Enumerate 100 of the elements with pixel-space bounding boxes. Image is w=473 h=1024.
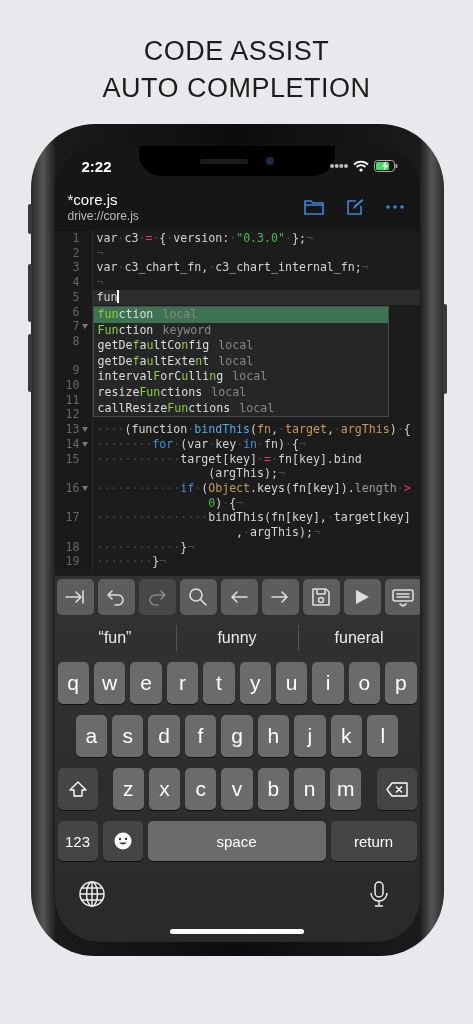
fold-icon[interactable] [81,485,88,491]
word-suggestion[interactable]: funny [176,628,298,647]
undo-key[interactable] [97,579,135,615]
run-key[interactable] [343,579,381,615]
letter-key[interactable]: m [330,768,362,810]
search-icon [187,587,209,607]
right-key[interactable] [261,579,299,615]
code-line: var·c3·=·{·version:·"0.3.0"·};¬ [96,231,314,246]
headline: CODE ASSIST [143,36,330,67]
space-key[interactable]: space [147,821,326,861]
line-number: 13 [65,422,80,437]
letter-key[interactable]: y [239,662,271,704]
more-icon[interactable] [385,204,404,209]
battery-charging-icon [373,160,398,172]
line-number: 7 [72,319,80,334]
signal-icon [329,164,348,168]
line-number: 17 [65,510,80,525]
completion-item[interactable]: function local [93,307,388,323]
letter-key[interactable]: i [312,662,344,704]
letter-key[interactable]: j [294,715,326,757]
letter-key[interactable]: n [293,768,326,810]
code-line: 0)·{¬ [207,495,245,511]
tab-key[interactable] [56,579,94,615]
line-number: 4 [72,275,80,290]
line-number: 2 [72,245,80,261]
letter-key[interactable]: x [148,768,181,810]
line-number: 3 [72,260,80,276]
compose-icon[interactable] [345,197,364,216]
completion-item[interactable]: getDefaultExtent local [93,353,388,370]
letter-key[interactable]: l [367,715,399,757]
return-key[interactable]: return [330,821,417,861]
code-line: ····(function·bindThis(fn,·target,·argThis)·{ [96,422,412,437]
line-number: 8 [72,333,80,349]
wifi-icon [352,160,369,172]
code-line: ········}¬ [96,554,168,570]
fold-icon[interactable] [81,324,88,330]
code-line: ¬ [96,275,105,290]
letter-key[interactable]: s [111,715,144,757]
file-path: drive://core.js [67,208,139,223]
code-line: fun [96,289,120,305]
code-line: ············if·(Object.keys(fn[key]).length·> [96,480,412,496]
completion-item[interactable]: callResizeFunctions local [93,400,388,417]
keyboard-icon [392,587,414,607]
search-key[interactable] [179,579,217,615]
microphone-icon[interactable] [369,881,388,907]
code-line: ¬ [96,245,105,261]
floppy-disk-icon [310,587,332,607]
code-line: ············}¬ [96,539,196,555]
backspace-key[interactable] [376,768,417,810]
tab-arrow-icon [64,587,86,607]
undo-icon [105,587,127,607]
status-time: 2:22 [81,157,112,175]
letter-key[interactable]: q [57,662,89,704]
backspace-icon [385,781,408,797]
word-suggestion[interactable]: funeral [298,628,420,647]
up-arrow-icon [68,781,87,797]
line-number: 15 [65,451,80,467]
letter-key[interactable]: a [75,715,107,757]
completion-item[interactable]: resizeFunctions local [93,384,388,401]
code-line: ················bindThis(fn[key],·target[key] [96,510,412,525]
letter-key[interactable]: v [221,768,253,810]
letter-key[interactable]: d [148,715,180,757]
file-title: *core.js [67,190,119,209]
letter-key[interactable]: z [112,768,144,810]
line-number: 9 [72,363,80,378]
letter-key[interactable]: g [221,715,253,757]
line-number: 18 [65,539,80,555]
folder-icon[interactable] [303,198,324,215]
letter-key[interactable]: u [275,662,308,704]
shift-key[interactable] [57,768,98,810]
hide-keyboard-key[interactable] [384,579,420,615]
completion-item[interactable]: getDefaultConfig local [93,338,388,354]
letter-key[interactable]: t [203,662,235,704]
save-key[interactable] [302,579,340,615]
completion-item[interactable]: Function keyword [93,322,388,339]
letter-key[interactable]: f [184,715,217,757]
completion-item[interactable]: intervalForCulling local [93,369,388,385]
letter-key[interactable]: c [185,768,217,810]
redo-icon [146,587,168,607]
letter-key[interactable]: o [348,662,381,704]
line-number: 11 [65,392,80,408]
left-key[interactable] [220,579,258,615]
line-number: 16 [65,480,80,496]
line-number: 6 [72,304,80,320]
emoji-key[interactable] [102,821,143,861]
fold-icon[interactable] [81,427,88,433]
code-line: ············target[key]·=·fn[key].bind [96,451,363,467]
letter-key[interactable]: h [257,715,290,757]
letter-key[interactable]: k [330,715,362,757]
numbers-key[interactable]: 123 [57,821,98,861]
fold-icon[interactable] [81,441,88,447]
letter-key[interactable]: b [257,768,289,810]
letter-key[interactable]: p [385,662,417,704]
headline: AUTO COMPLETION [102,73,371,104]
letter-key[interactable]: r [166,662,199,704]
word-suggestion[interactable]: “fun” [54,628,176,647]
globe-icon[interactable] [78,881,105,907]
letter-key[interactable]: w [93,662,126,704]
letter-key[interactable]: e [130,662,162,704]
code-line: ,·argThis);¬ [235,524,321,540]
